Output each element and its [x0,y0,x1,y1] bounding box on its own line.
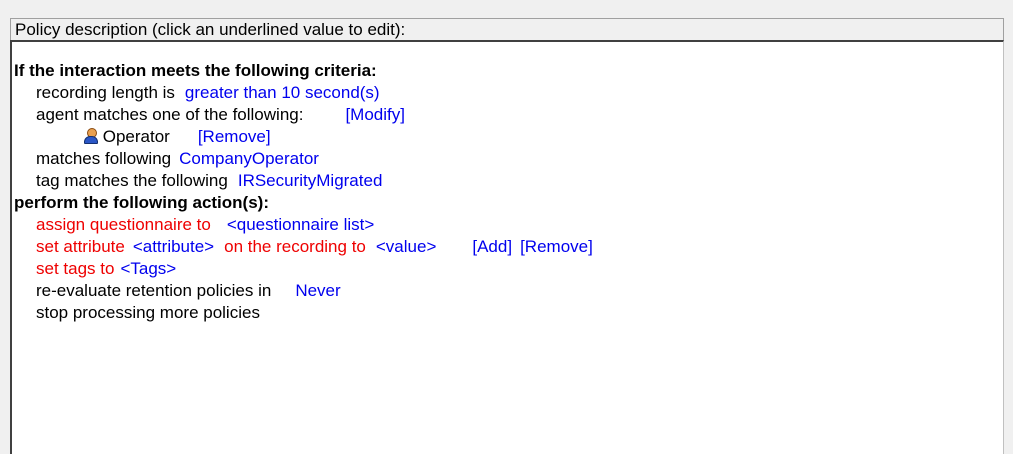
tag-row: tag matches the following IRSecurityMigra… [36,170,382,192]
reeval-label: re-evaluate retention policies in [36,281,272,300]
attr-add-link[interactable]: [Add] [472,237,512,256]
agent-item-name: Operator [102,127,170,146]
attr-mid-label: on the recording to [224,237,366,256]
assign-row: assign questionnaire to <questionnaire li… [36,214,374,236]
assign-value-link[interactable]: <questionnaire list> [227,215,374,234]
matches-row: matches following CompanyOperator [36,148,319,170]
agent-label: agent matches one of the following: [36,105,304,124]
reevaluate-row: re-evaluate retention policies in Never [36,280,341,302]
attr-remove-link[interactable]: [Remove] [520,237,593,256]
tags-label: set tags to [36,259,115,278]
agent-item-row: Operator [Remove] [84,126,271,148]
assign-label: assign questionnaire to [36,215,211,234]
recording-length-label: recording length is [36,83,175,102]
policy-description-window: Policy description (click an underlined … [0,0,1013,454]
stop-processing-row: stop processing more policies [36,302,260,324]
tag-label: tag matches the following [36,171,228,190]
reeval-value-link[interactable]: Never [295,281,340,300]
attr-target-link[interactable]: <value> [376,237,437,256]
tag-value-link[interactable]: IRSecurityMigrated [238,171,383,190]
set-tags-row: set tags to <Tags> [36,258,176,280]
set-attribute-row: set attribute <attribute> on the recording… [36,236,593,258]
agent-row: agent matches one of the following: [Modi… [36,104,405,126]
policy-description-panel: If the interaction meets the following c… [10,40,1004,454]
criteria-heading: If the interaction meets the following c… [14,61,377,80]
attr-label: set attribute [36,237,125,256]
matches-label: matches following [36,149,172,168]
agent-modify-link[interactable]: [Modify] [345,105,405,124]
recording-length-value-link[interactable]: greater than 10 second(s) [185,83,380,102]
user-icon [84,128,98,144]
attr-value-link[interactable]: <attribute> [133,237,214,256]
actions-heading: perform the following action(s): [14,193,269,212]
stop-processing-label: stop processing more policies [36,303,260,322]
matches-value-link[interactable]: CompanyOperator [179,149,319,168]
panel-title: Policy description (click an underlined … [10,18,1004,40]
tags-value-link[interactable]: <Tags> [120,259,176,278]
recording-length-row: recording length is greater than 10 secon… [36,82,380,104]
agent-item-remove-link[interactable]: [Remove] [198,127,271,146]
